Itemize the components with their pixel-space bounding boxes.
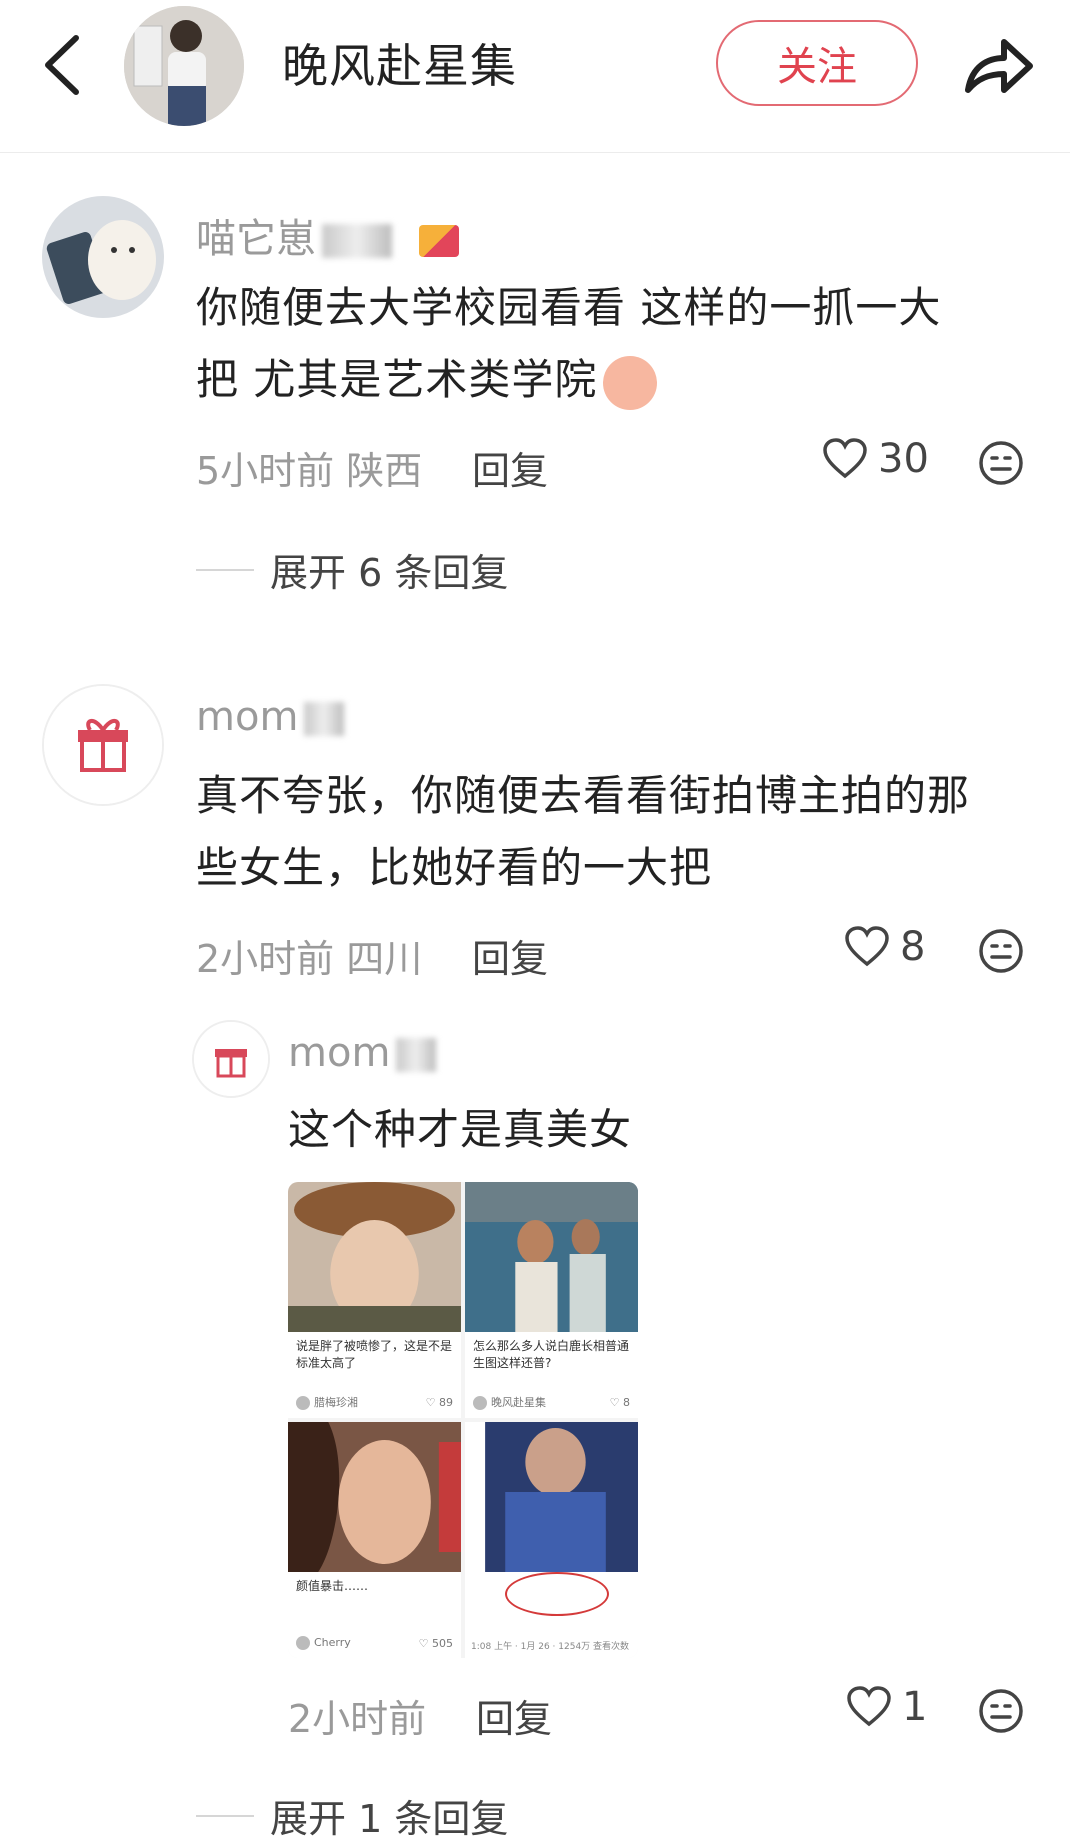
like-button[interactable]: 30 bbox=[822, 436, 929, 482]
post-card[interactable]: 颜值暴击…… Cherry ♡ 505 bbox=[288, 1422, 461, 1658]
neutral-face-icon bbox=[979, 441, 1023, 485]
reply-meta: 2小时前 bbox=[288, 1697, 427, 1741]
emoji-button[interactable] bbox=[978, 440, 1024, 490]
heart-icon bbox=[847, 1686, 891, 1727]
blurred-text bbox=[396, 1038, 437, 1072]
post-card[interactable]: 怎么那么多人说白鹿长相普通生图这样还普? 晚风赴星集 ♡ 8 bbox=[465, 1182, 638, 1418]
neutral-face-icon bbox=[979, 1689, 1023, 1733]
like-count: 30 bbox=[878, 436, 929, 482]
expand-label: 展开 1 条回复 bbox=[270, 1797, 509, 1841]
divider-line bbox=[196, 568, 254, 571]
crying-emoji-icon bbox=[603, 355, 658, 410]
highlight-circle bbox=[505, 1572, 609, 1616]
comment-meta: 5小时前 陕西 bbox=[196, 449, 423, 493]
comment-avatar[interactable] bbox=[42, 196, 164, 318]
reply-avatar[interactable] bbox=[192, 1020, 270, 1098]
chevron-left-icon bbox=[45, 35, 79, 95]
post-footer: 腊梅珍湘 ♡ 89 bbox=[296, 1394, 453, 1410]
post-thumbnail bbox=[465, 1422, 638, 1572]
post-caption: 说是胖了被喷惨了，这是不是标准太高了 bbox=[296, 1339, 453, 1370]
heart-icon bbox=[823, 438, 867, 479]
expand-replies-button[interactable]: 展开 1 条回复 bbox=[196, 1788, 508, 1843]
reply-button[interactable]: 回复 bbox=[472, 440, 548, 495]
emoji-button[interactable] bbox=[978, 1688, 1024, 1738]
gift-icon bbox=[194, 1022, 268, 1096]
comment-avatar[interactable] bbox=[42, 684, 164, 806]
post-caption: 怎么那么多人说白鹿长相普通生图这样还普? bbox=[473, 1339, 630, 1370]
post-footer: Cherry ♡ 505 bbox=[296, 1636, 453, 1650]
like-count: 1 bbox=[902, 1684, 928, 1730]
post-thumbnail bbox=[465, 1182, 638, 1332]
share-icon bbox=[965, 39, 1033, 93]
author-avatar bbox=[473, 1396, 487, 1410]
post-thumbnail bbox=[288, 1182, 461, 1332]
expand-replies-button[interactable]: 展开 6 条回复 bbox=[196, 542, 508, 597]
like-button[interactable]: 1 bbox=[846, 1684, 927, 1730]
reply-text: 这个种才是真美女 bbox=[288, 1105, 633, 1154]
badge-icon bbox=[418, 225, 459, 257]
reply-username[interactable]: mom bbox=[288, 1030, 437, 1076]
emoji-button[interactable] bbox=[978, 928, 1024, 978]
author-avatar bbox=[296, 1396, 310, 1410]
author-avatar[interactable] bbox=[124, 6, 244, 126]
post-stats: 1:08 上午 · 1月 26 · 1254万 查看次数 bbox=[471, 1642, 630, 1652]
follow-button[interactable]: 关注 bbox=[716, 20, 918, 106]
like-button[interactable]: 8 bbox=[844, 924, 925, 970]
comment-text: 你随便去大学校园看看 这样的一抓一大 把 尤其是艺术类学院 bbox=[196, 272, 941, 416]
image-attachment[interactable]: 说是胖了被喷惨了，这是不是标准太高了 腊梅珍湘 ♡ 89 怎么那么多人说白鹿长相… bbox=[288, 1182, 638, 1658]
like-count: 8 bbox=[900, 924, 926, 970]
gift-icon bbox=[44, 686, 162, 804]
comment-meta: 2小时前 四川 bbox=[196, 937, 423, 981]
author-name: 晚风赴星集 bbox=[282, 39, 517, 93]
share-button[interactable] bbox=[958, 30, 1038, 100]
post-card[interactable]: 1:08 上午 · 1月 26 · 1254万 查看次数 bbox=[465, 1422, 638, 1658]
top-bar: 晚风赴星集 关注 bbox=[0, 0, 1070, 153]
neutral-face-icon bbox=[979, 929, 1023, 973]
comment-username[interactable]: 喵它崽 bbox=[196, 206, 459, 264]
author-avatar bbox=[296, 1636, 310, 1650]
comment-username[interactable]: mom bbox=[196, 694, 345, 740]
comment-text: 真不夸张，你随便去看看街拍博主拍的那 些女生，比她好看的一大把 bbox=[196, 771, 971, 892]
post-footer: 晚风赴星集 ♡ 8 bbox=[473, 1394, 630, 1410]
blurred-text bbox=[322, 224, 392, 258]
post-caption: 颜值暴击…… bbox=[296, 1579, 369, 1593]
post-card[interactable]: 说是胖了被喷惨了，这是不是标准太高了 腊梅珍湘 ♡ 89 bbox=[288, 1182, 461, 1418]
back-button[interactable] bbox=[36, 30, 92, 100]
expand-label: 展开 6 条回复 bbox=[270, 551, 509, 595]
heart-icon bbox=[845, 926, 889, 967]
reply-button[interactable]: 回复 bbox=[476, 1688, 552, 1743]
blurred-text bbox=[304, 702, 345, 736]
reply-button[interactable]: 回复 bbox=[472, 928, 548, 983]
divider-line bbox=[196, 1814, 254, 1817]
post-thumbnail bbox=[288, 1422, 461, 1572]
